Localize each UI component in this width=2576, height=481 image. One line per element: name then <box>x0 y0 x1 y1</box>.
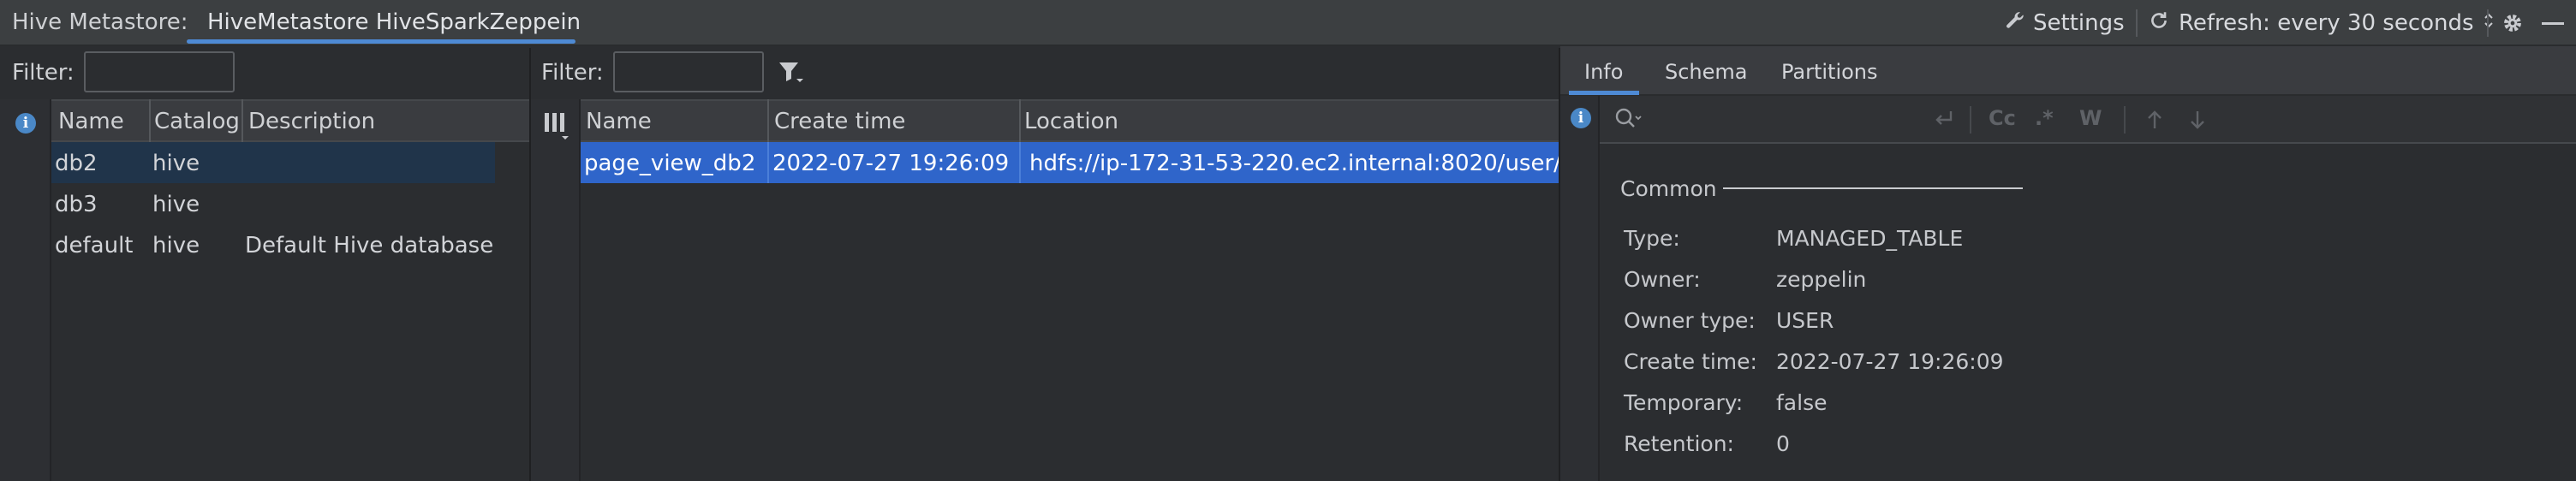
tab-schema[interactable]: Schema <box>1665 60 1748 84</box>
section-divider <box>1723 187 2023 189</box>
tbl-row-name: page_view_db2 <box>584 151 756 176</box>
prop-label: Type: <box>1624 226 1680 251</box>
details-gutter <box>1560 96 1600 481</box>
table-row-selected[interactable] <box>51 142 495 183</box>
db-row-description: Default Hive database <box>245 233 494 258</box>
db-row-catalog: hive <box>152 192 200 217</box>
prop-label: Owner: <box>1624 267 1701 292</box>
db-row-name: db2 <box>55 151 98 176</box>
toolwindow-title: Hive Metastore: <box>12 9 188 35</box>
db-filter-label: Filter: <box>12 60 75 86</box>
toolbar-separator <box>1970 106 1971 134</box>
tbl-col-name[interactable]: Name <box>586 109 652 134</box>
db-row-catalog: hive <box>152 233 200 258</box>
toolbar-separator <box>2136 9 2138 37</box>
info-icon[interactable]: i <box>1571 108 1591 128</box>
refresh-icon <box>2148 9 2170 38</box>
column-divider[interactable] <box>149 99 151 142</box>
prop-label: Temporary: <box>1624 390 1744 415</box>
tbl-row-location: hdfs://ip-172-31-53-220.ec2.internal:802… <box>1029 151 1559 176</box>
table-row[interactable] <box>51 183 495 224</box>
db-col-description[interactable]: Description <box>248 109 375 134</box>
prop-label: Owner type: <box>1624 308 1756 333</box>
columns-layout-icon[interactable] <box>543 111 572 148</box>
prop-label: Create time: <box>1624 349 1757 374</box>
prop-value: 2022-07-27 19:26:09 <box>1776 349 2004 374</box>
active-tab-indicator <box>187 39 575 44</box>
db-gutter <box>0 99 51 481</box>
db-col-catalog[interactable]: Catalog <box>154 109 240 134</box>
arrow-down-icon[interactable] <box>2187 108 2208 138</box>
column-divider[interactable] <box>767 99 769 142</box>
active-tab-indicator <box>1569 91 1639 95</box>
gear-icon[interactable] <box>2497 8 2528 39</box>
prop-value: 0 <box>1776 431 1790 456</box>
section-title-common: Common <box>1620 176 1717 201</box>
table-filter-input[interactable] <box>613 51 764 92</box>
table-filter-label: Filter: <box>541 60 604 86</box>
prop-value: zeppelin <box>1776 267 1867 292</box>
db-filter-input[interactable] <box>84 51 235 92</box>
search-icon[interactable] <box>1613 106 1644 138</box>
minimize-icon[interactable] <box>2542 22 2564 25</box>
wrench-icon <box>2004 9 2026 38</box>
filter-icon[interactable] <box>778 60 805 92</box>
db-col-name[interactable]: Name <box>58 109 124 134</box>
settings-button[interactable]: Settings <box>2004 7 2125 39</box>
refresh-interval-dropdown[interactable]: Refresh: every 30 seconds <box>2148 7 2495 39</box>
table-gutter <box>531 99 581 481</box>
prop-value: MANAGED_TABLE <box>1776 226 1964 251</box>
column-divider[interactable] <box>1019 99 1021 142</box>
regex-button[interactable]: .* <box>2035 106 2054 130</box>
tab-hivemetastore[interactable]: HiveMetastore HiveSparkZeppein <box>207 9 581 35</box>
prop-value: USER <box>1776 308 1834 333</box>
tbl-col-create-time[interactable]: Create time <box>774 109 905 134</box>
db-row-catalog: hive <box>152 151 200 176</box>
info-icon[interactable]: i <box>15 113 36 134</box>
prop-value: false <box>1776 390 1828 415</box>
details-search-input[interactable] <box>1641 103 1923 137</box>
arrow-up-icon[interactable] <box>2144 108 2165 138</box>
tbl-row-create-time: 2022-07-27 19:26:09 <box>772 151 1010 176</box>
db-row-name: default <box>55 233 134 258</box>
column-divider[interactable] <box>242 99 243 142</box>
cell-divider <box>767 142 769 183</box>
settings-label: Settings <box>2033 10 2125 36</box>
prop-label: Retention: <box>1624 431 1734 456</box>
tbl-col-location[interactable]: Location <box>1024 109 1118 134</box>
toolbar-separator <box>2124 106 2126 134</box>
refresh-label: Refresh: every 30 seconds <box>2179 10 2474 36</box>
toolbar-separator <box>2487 9 2489 37</box>
match-case-button[interactable]: Cc <box>1989 106 2016 130</box>
tab-info[interactable]: Info <box>1584 60 1623 84</box>
words-button[interactable]: W <box>2079 106 2102 130</box>
tab-partitions[interactable]: Partitions <box>1781 60 1878 84</box>
db-row-name: db3 <box>55 192 98 217</box>
newline-icon[interactable] <box>1930 108 1956 136</box>
table-row-selected[interactable]: page_view_db2 2022-07-27 19:26:09 hdfs:/… <box>581 142 1559 183</box>
cell-divider <box>1019 142 1021 183</box>
